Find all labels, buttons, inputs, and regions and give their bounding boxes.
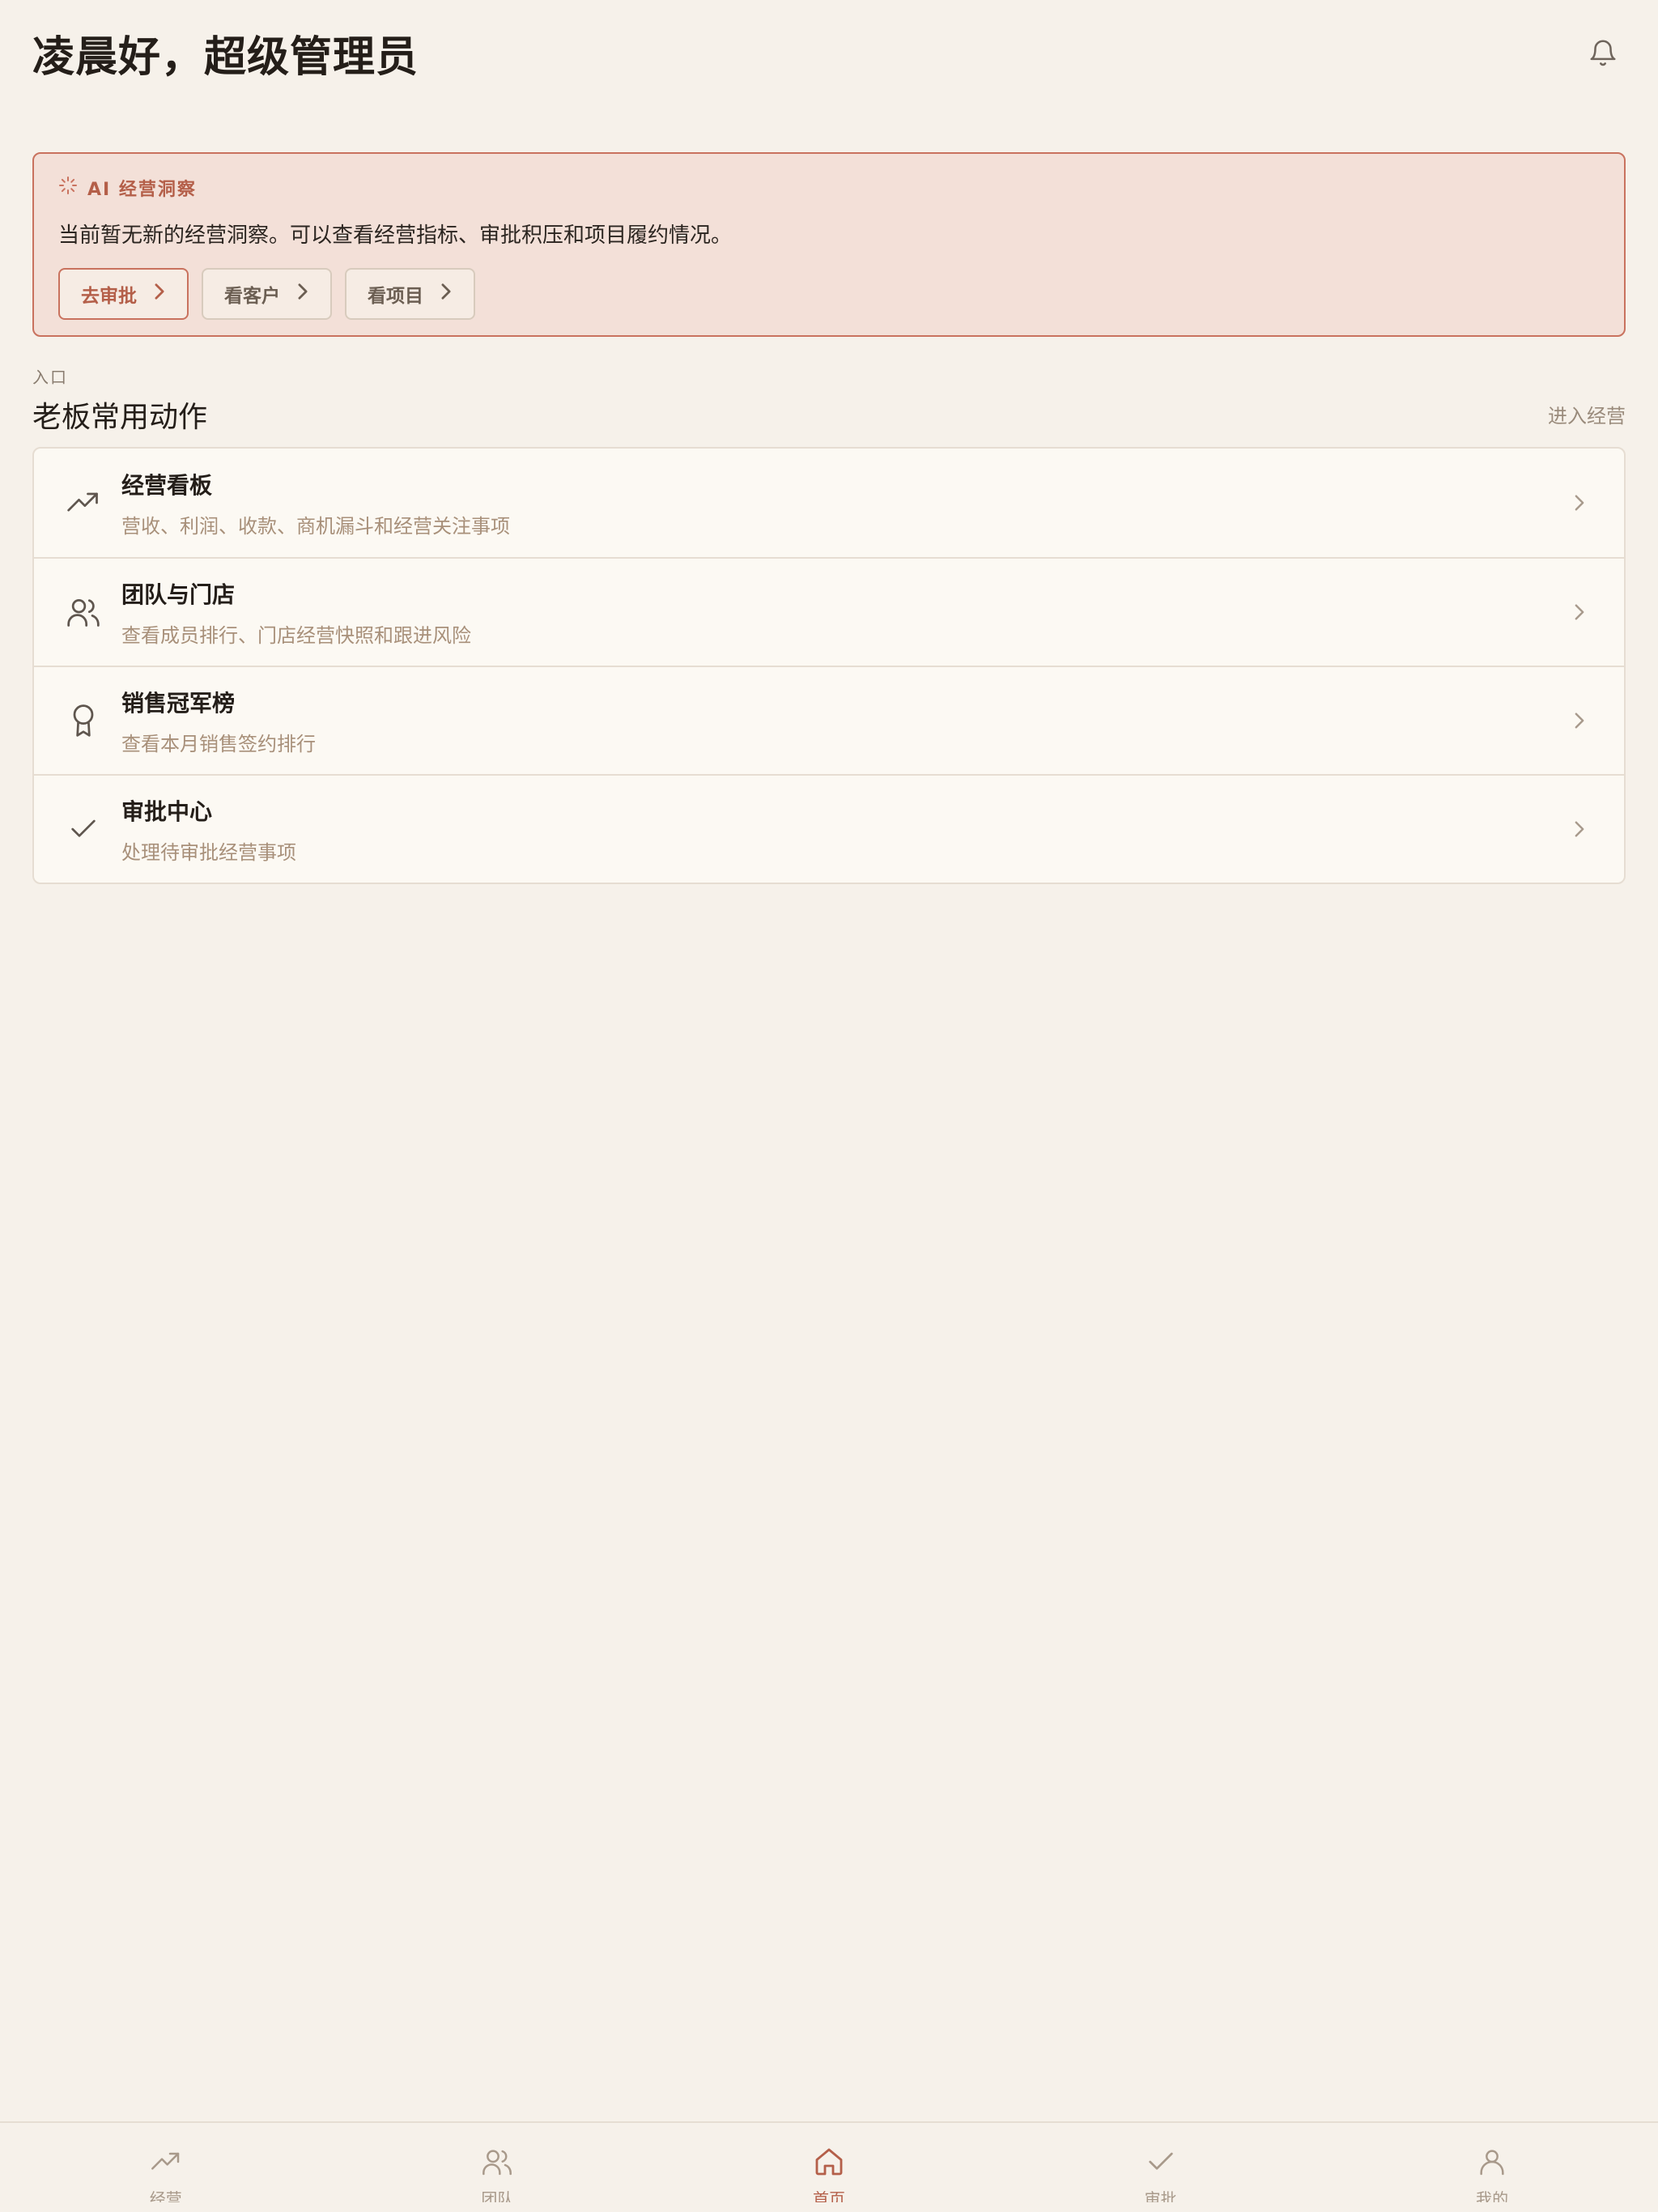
boss-actions-list: 经营看板 营收、利润、收款、商机漏斗和经营关注事项 团队与门店 查看成员排行、门… bbox=[32, 447, 1626, 884]
section-title: 老板常用动作 bbox=[32, 401, 208, 434]
tab-label: 我的 bbox=[1476, 2189, 1509, 2202]
chevron-right-icon bbox=[440, 283, 453, 305]
view-projects-button[interactable]: 看项目 bbox=[345, 268, 475, 320]
check-icon bbox=[63, 809, 104, 849]
chevron-right-icon bbox=[296, 283, 309, 305]
tab-approval[interactable]: 审批 bbox=[995, 2123, 1327, 2212]
page-title: 凌晨好，超级管理员 bbox=[32, 32, 419, 82]
ai-insight-title: AI 经营洞察 bbox=[87, 180, 197, 200]
home-icon bbox=[811, 2146, 847, 2181]
list-item-text: 团队与门店 查看成员排行、门店经营快照和跟进风险 bbox=[121, 577, 1567, 648]
tab-team[interactable]: 团队 bbox=[332, 2123, 664, 2212]
list-item-subtitle: 查看成员排行、门店经营快照和跟进风险 bbox=[121, 623, 471, 647]
ai-insight-message: 当前暂无新的经营洞察。可以查看经营指标、审批积压和项目履约情况。 bbox=[58, 223, 733, 248]
users-icon bbox=[479, 2146, 515, 2181]
ai-insight-header: AI 经营洞察 bbox=[58, 175, 1600, 201]
ai-insight-actions: 去审批 看客户 看项目 bbox=[58, 268, 1600, 320]
users-icon bbox=[63, 592, 104, 632]
header: 凌晨好，超级管理员 bbox=[32, 24, 1626, 82]
go-approve-label: 去审批 bbox=[81, 286, 137, 307]
tab-home[interactable]: 首页 bbox=[663, 2123, 995, 2212]
view-customers-button[interactable]: 看客户 bbox=[202, 268, 332, 320]
chevron-right-icon bbox=[153, 283, 166, 305]
chevron-right-icon bbox=[1567, 491, 1592, 515]
action-item-sales-champions[interactable]: 销售冠军榜 查看本月销售签约排行 bbox=[34, 666, 1624, 774]
app-screen: 凌晨好，超级管理员 AI 经营洞察 当前暂无新的经营洞察。可以查看经营指标、审批… bbox=[0, 0, 1658, 2212]
list-item-subtitle: 营收、利润、收款、商机漏斗和经营关注事项 bbox=[121, 514, 510, 538]
chevron-right-icon bbox=[1567, 817, 1592, 841]
trending-up-icon bbox=[63, 483, 104, 523]
tab-me[interactable]: 我的 bbox=[1326, 2123, 1658, 2212]
bell-icon[interactable] bbox=[1580, 30, 1626, 75]
tab-label: 经营 bbox=[149, 2189, 182, 2202]
sparkle-loader-icon bbox=[58, 176, 78, 200]
tab-business[interactable]: 经营 bbox=[0, 2123, 332, 2212]
view-customers-label: 看客户 bbox=[224, 286, 280, 307]
enter-business-link[interactable]: 进入经营 bbox=[1548, 400, 1626, 428]
bottom-tab-bar: 经营 团队 首页 审批 我的 bbox=[0, 2121, 1658, 2212]
award-icon bbox=[63, 700, 104, 741]
list-item-subtitle: 处理待审批经营事项 bbox=[121, 840, 296, 864]
user-icon bbox=[1474, 2146, 1510, 2181]
chevron-right-icon bbox=[1567, 708, 1592, 733]
action-item-business-dashboard[interactable]: 经营看板 营收、利润、收款、商机漏斗和经营关注事项 bbox=[34, 449, 1624, 557]
action-item-team-stores[interactable]: 团队与门店 查看成员排行、门店经营快照和跟进风险 bbox=[34, 557, 1624, 666]
tab-label: 首页 bbox=[812, 2189, 845, 2202]
section-eyebrow: 入口 bbox=[32, 368, 68, 387]
list-item-subtitle: 查看本月销售签约排行 bbox=[121, 732, 316, 755]
tab-label: 团队 bbox=[481, 2189, 514, 2202]
action-item-approval-center[interactable]: 审批中心 处理待审批经营事项 bbox=[34, 774, 1624, 883]
check-icon bbox=[1143, 2146, 1179, 2181]
chevron-right-icon bbox=[1567, 600, 1592, 624]
trending-up-icon bbox=[148, 2146, 184, 2181]
tab-label: 审批 bbox=[1144, 2189, 1177, 2202]
list-item-title: 经营看板 bbox=[121, 471, 213, 499]
list-item-text: 销售冠军榜 查看本月销售签约排行 bbox=[121, 686, 1567, 756]
list-item-text: 审批中心 处理待审批经营事项 bbox=[121, 794, 1567, 865]
list-item-text: 经营看板 营收、利润、收款、商机漏斗和经营关注事项 bbox=[121, 468, 1567, 538]
view-projects-label: 看项目 bbox=[368, 286, 423, 307]
ai-insight-card: AI 经营洞察 当前暂无新的经营洞察。可以查看经营指标、审批积压和项目履约情况。… bbox=[32, 152, 1626, 337]
list-item-title: 团队与门店 bbox=[121, 581, 236, 608]
go-approve-button[interactable]: 去审批 bbox=[58, 268, 189, 320]
list-item-title: 销售冠军榜 bbox=[121, 689, 236, 717]
list-item-title: 审批中心 bbox=[121, 798, 213, 825]
